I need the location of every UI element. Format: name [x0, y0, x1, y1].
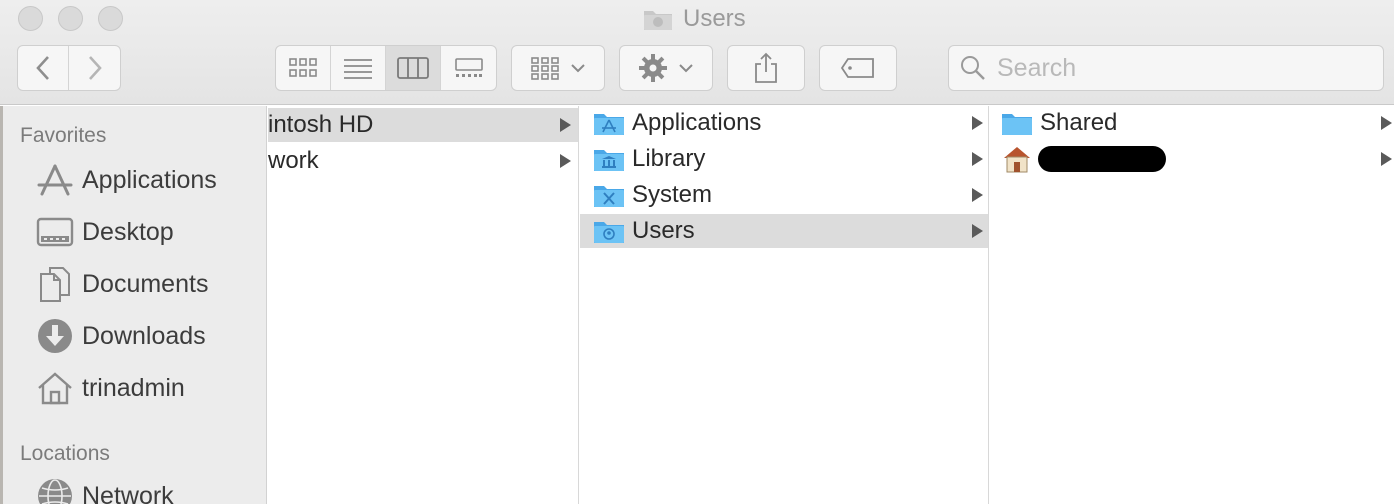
list-view-button[interactable]	[331, 46, 386, 90]
minimize-window-button[interactable]	[58, 6, 83, 31]
forward-button[interactable]	[69, 46, 120, 90]
disclosure-arrow-icon	[1381, 116, 1392, 130]
home-icon	[36, 369, 74, 407]
network-icon	[36, 477, 74, 504]
search-input[interactable]	[997, 53, 1357, 83]
window-toolbar: Users	[0, 0, 1394, 105]
column-item-applications[interactable]: Applications	[580, 106, 988, 140]
home-icon	[1000, 144, 1034, 174]
disclosure-arrow-icon	[972, 152, 983, 166]
desktop-icon	[36, 213, 74, 251]
sidebar: Favorites Applications Desktop Documents…	[0, 106, 267, 504]
zoom-window-button[interactable]	[98, 6, 123, 31]
sidebar-item-label: Applications	[82, 165, 217, 194]
close-window-button[interactable]	[18, 6, 43, 31]
documents-icon	[36, 265, 74, 303]
column-item-library[interactable]: Library	[580, 142, 988, 176]
tag-icon	[840, 58, 874, 78]
sidebar-item-label: Desktop	[82, 217, 174, 246]
navigation-buttons	[17, 45, 121, 91]
chevron-right-icon	[88, 56, 102, 80]
browser-column-1: intosh HD work	[268, 106, 579, 504]
column-item-system[interactable]: System	[580, 178, 988, 212]
library-folder-icon	[592, 144, 626, 174]
column-item-label: Applications	[632, 109, 762, 136]
arrange-button-content	[512, 46, 604, 90]
browser-column-3: Shared	[990, 106, 1394, 504]
column-item-home-folder[interactable]	[990, 142, 1394, 176]
sidebar-item-documents[interactable]: Documents	[36, 264, 208, 304]
column-item-label: System	[632, 181, 713, 208]
disclosure-arrow-icon	[560, 118, 571, 132]
view-mode-selector	[275, 45, 497, 91]
sidebar-item-downloads[interactable]: Downloads	[36, 316, 206, 356]
column-item-label: intosh HD	[268, 111, 374, 138]
arrange-menu-button[interactable]	[511, 45, 605, 91]
column-item-users[interactable]: Users	[580, 214, 988, 248]
icon-view-icon	[289, 58, 317, 77]
redacted-username	[1038, 146, 1166, 172]
share-button-content	[728, 46, 804, 90]
sidebar-item-desktop[interactable]: Desktop	[36, 212, 174, 252]
chevron-down-icon	[571, 64, 585, 73]
chevron-down-icon	[679, 64, 693, 73]
column-view-button[interactable]	[386, 46, 441, 90]
action-button-content	[620, 46, 712, 90]
column-item-label: Shared	[1040, 109, 1118, 136]
gallery-view-button[interactable]	[441, 46, 496, 90]
applications-folder-icon	[592, 108, 626, 138]
users-folder-icon	[592, 216, 626, 246]
chevron-left-icon	[36, 56, 49, 80]
locations-heading: Locations	[20, 442, 110, 465]
arrange-grid-icon	[531, 57, 559, 80]
search-field[interactable]	[948, 45, 1384, 91]
window-edge-shadow	[0, 106, 3, 504]
users-folder-icon	[644, 11, 672, 30]
disclosure-arrow-icon	[1381, 152, 1392, 166]
sidebar-item-label: Downloads	[82, 321, 206, 350]
column-item-shared[interactable]: Shared	[990, 106, 1394, 140]
applications-icon	[36, 161, 74, 199]
gear-icon	[639, 54, 667, 82]
search-icon	[961, 56, 985, 80]
disclosure-arrow-icon	[972, 116, 983, 130]
system-folder-icon	[592, 180, 626, 210]
sidebar-item-label: Network	[82, 481, 174, 504]
window-title-text: Users	[683, 5, 746, 32]
column-item-label: Library	[632, 145, 706, 172]
sidebar-item-applications[interactable]: Applications	[36, 160, 217, 200]
column-item-label: Users	[632, 217, 695, 244]
column-view-icon	[397, 57, 429, 79]
browser-column-2: Applications Library System Users	[580, 106, 989, 504]
folder-icon	[1000, 108, 1034, 138]
action-menu-button[interactable]	[619, 45, 713, 91]
icon-view-button[interactable]	[276, 46, 331, 90]
sidebar-item-label: Documents	[82, 269, 209, 298]
downloads-icon	[36, 317, 74, 355]
gallery-view-icon	[454, 58, 483, 77]
share-button[interactable]	[727, 45, 805, 91]
share-icon	[755, 52, 777, 83]
list-view-icon	[344, 59, 372, 79]
disclosure-arrow-icon	[972, 224, 983, 238]
disclosure-arrow-icon	[560, 154, 571, 168]
disclosure-arrow-icon	[972, 188, 983, 202]
tag-button[interactable]	[819, 45, 897, 91]
column-item-macintosh-hd[interactable]: intosh HD	[268, 108, 578, 142]
favorites-heading: Favorites	[20, 124, 107, 147]
sidebar-item-trinadmin[interactable]: trinadmin	[36, 368, 185, 408]
window-title: Users	[643, 4, 746, 34]
sidebar-item-label: trinadmin	[82, 373, 185, 402]
column-item-network[interactable]: work	[268, 144, 578, 178]
back-button[interactable]	[18, 46, 70, 90]
sidebar-item-network[interactable]: Network	[36, 476, 174, 504]
tag-button-content	[820, 46, 896, 90]
column-item-label: work	[268, 147, 319, 174]
